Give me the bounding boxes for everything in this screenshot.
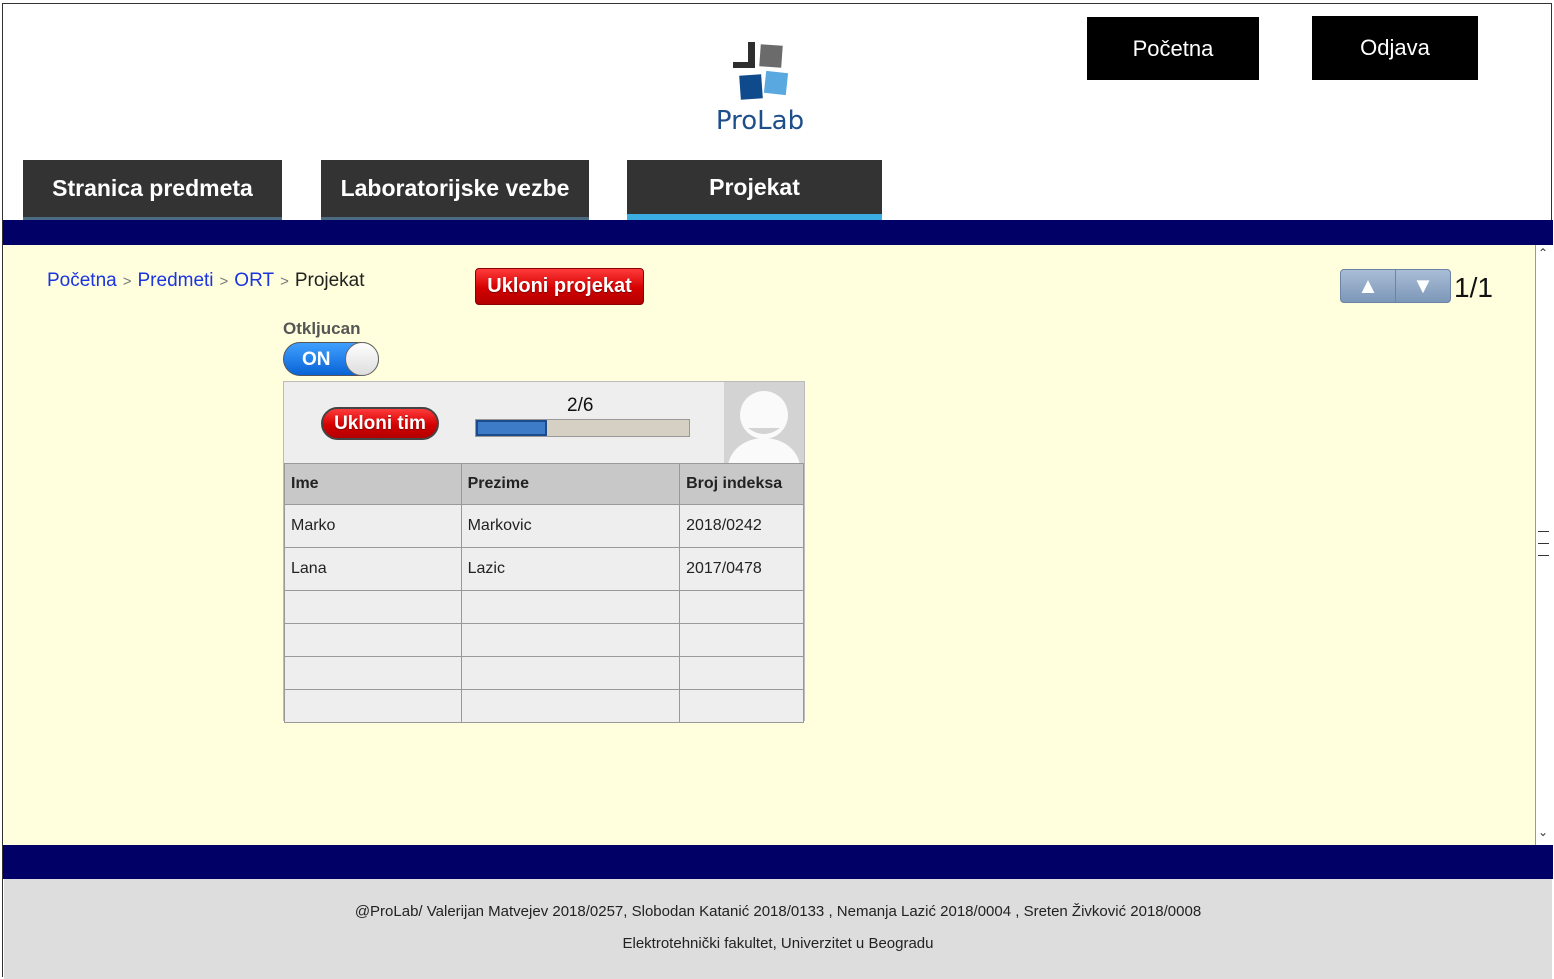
page-number: 1/1 <box>1454 272 1493 303</box>
bottom-navy-bar <box>3 845 1553 879</box>
remove-project-button[interactable]: Ukloni projekat <box>475 268 644 305</box>
page-up-icon[interactable]: ▲ <box>1341 270 1395 302</box>
cell-empty <box>679 623 804 657</box>
table-header-row: Ime Prezime Broj indeksa <box>284 463 804 505</box>
cell-empty <box>460 656 681 690</box>
logout-button[interactable]: Odjava <box>1312 16 1478 80</box>
progress-text: 2/6 <box>567 395 594 416</box>
cell-empty <box>284 590 462 624</box>
cell-prezime: Markovic <box>460 504 681 548</box>
scroll-up-icon[interactable]: ⌃ <box>1538 246 1548 260</box>
tab-laboratorijske-vezbe[interactable]: Laboratorijske vezbe <box>321 160 589 220</box>
table-row-empty <box>284 689 804 723</box>
footer-institution: Elektrotehnički fakultet, Univerzitet u … <box>622 935 934 952</box>
toggle-text: ON <box>302 349 331 370</box>
scroll-grip-icon[interactable] <box>1538 531 1549 532</box>
cell-empty <box>460 689 681 723</box>
user-avatar-icon <box>724 382 804 464</box>
col-prezime: Prezime <box>460 463 681 505</box>
team-progress-bar <box>475 419 690 437</box>
lock-toggle[interactable]: ON <box>283 342 379 376</box>
table-row-empty <box>284 656 804 690</box>
cell-ime: Lana <box>284 547 462 591</box>
progress-fill <box>476 420 547 436</box>
breadcrumb-separator: > <box>122 273 132 290</box>
table-row-empty <box>284 623 804 657</box>
toggle-knob <box>345 342 379 376</box>
breadcrumb-predmeti[interactable]: Predmeti <box>138 270 214 291</box>
scroll-down-icon[interactable]: ⌄ <box>1538 825 1548 839</box>
tab-stranica-predmeta[interactable]: Stranica predmeta <box>23 160 282 220</box>
cell-broj-indeksa: 2017/0478 <box>679 547 804 591</box>
breadcrumb-separator: > <box>219 273 229 290</box>
page-down-icon[interactable]: ▼ <box>1395 270 1450 302</box>
cell-prezime: Lazic <box>460 547 681 591</box>
footer: @ProLab/ Valerijan Matvejev 2018/0257, S… <box>4 879 1552 979</box>
team-table: Ime Prezime Broj indeksa Marko Markovic … <box>284 463 804 723</box>
scroll-grip-line <box>1538 555 1549 556</box>
breadcrumb-current: Projekat <box>294 270 365 291</box>
table-row[interactable]: Marko Markovic 2018/0242 <box>284 504 804 548</box>
scroll-grip-line <box>1538 543 1549 544</box>
cell-empty <box>284 623 462 657</box>
table-row[interactable]: Lana Lazic 2017/0478 <box>284 547 804 591</box>
cell-empty <box>460 623 681 657</box>
pager: ▲ ▼ <box>1340 269 1451 303</box>
breadcrumb-pocetna[interactable]: Početna <box>47 270 117 291</box>
col-broj-indeksa: Broj indeksa <box>679 463 804 505</box>
cell-empty <box>460 590 681 624</box>
footer-authors: @ProLab/ Valerijan Matvejev 2018/0257, S… <box>354 903 1202 920</box>
remove-team-button[interactable]: Ukloni tim <box>321 407 439 440</box>
cell-empty <box>679 689 804 723</box>
home-button[interactable]: Početna <box>1087 17 1259 80</box>
vertical-scrollbar[interactable]: ⌃ ⌄ <box>1535 245 1552 845</box>
cell-empty <box>679 656 804 690</box>
lock-label: Otkljucan <box>283 319 361 338</box>
cell-empty <box>284 656 462 690</box>
cell-empty <box>284 689 462 723</box>
col-ime: Ime <box>284 463 462 505</box>
top-navy-bar <box>3 220 1553 245</box>
breadcrumb: Početna > Predmeti > ORT > Projekat <box>47 270 365 292</box>
cell-ime: Marko <box>284 504 462 548</box>
table-row-empty <box>284 590 804 624</box>
cell-empty <box>679 590 804 624</box>
avatar <box>724 382 804 464</box>
tab-projekat[interactable]: Projekat <box>627 160 882 220</box>
breadcrumb-ort[interactable]: ORT <box>234 270 274 291</box>
cell-broj-indeksa: 2018/0242 <box>679 504 804 548</box>
logo-text: ProLab <box>715 106 805 136</box>
breadcrumb-separator: > <box>280 273 289 290</box>
